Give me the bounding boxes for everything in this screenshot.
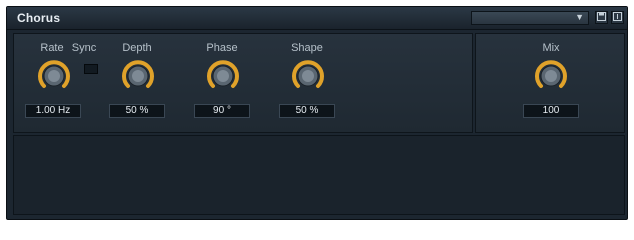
mix-value[interactable]: 100 bbox=[523, 104, 579, 118]
main-controls-section: Rate 1.00 Hz Sync Depth 50 % Phase 90 ° … bbox=[13, 33, 473, 133]
mix-knob[interactable] bbox=[533, 58, 569, 94]
lower-panel bbox=[13, 135, 625, 215]
sync-toggle[interactable] bbox=[84, 64, 98, 74]
depth-value[interactable]: 50 % bbox=[109, 104, 165, 118]
depth-knob[interactable] bbox=[120, 58, 156, 94]
preset-dropdown[interactable]: ▼ bbox=[471, 11, 589, 25]
depth-label: Depth bbox=[122, 42, 152, 54]
rate-value[interactable]: 1.00 Hz bbox=[25, 104, 81, 118]
shape-label: Shape bbox=[291, 42, 323, 54]
sync-label: Sync bbox=[71, 42, 97, 54]
shape-knob[interactable] bbox=[290, 58, 326, 94]
chorus-panel: Chorus ▼ Rate 1.00 Hz Sync Depth 50 % Ph… bbox=[6, 6, 628, 220]
chevron-down-icon: ▼ bbox=[575, 12, 584, 22]
phase-value[interactable]: 90 ° bbox=[194, 104, 250, 118]
shape-value[interactable]: 50 % bbox=[279, 104, 335, 118]
menu-button[interactable] bbox=[611, 11, 624, 24]
panel-title: Chorus bbox=[17, 11, 61, 25]
phase-knob[interactable] bbox=[205, 58, 241, 94]
mix-section: Mix 100 bbox=[475, 33, 625, 133]
title-bar: Chorus ▼ bbox=[7, 7, 627, 30]
phase-label: Phase bbox=[206, 42, 238, 54]
mix-label: Mix bbox=[542, 42, 560, 54]
menu-icon bbox=[613, 12, 622, 21]
rate-knob[interactable] bbox=[36, 58, 72, 94]
save-icon bbox=[597, 12, 606, 21]
save-button[interactable] bbox=[595, 11, 608, 24]
